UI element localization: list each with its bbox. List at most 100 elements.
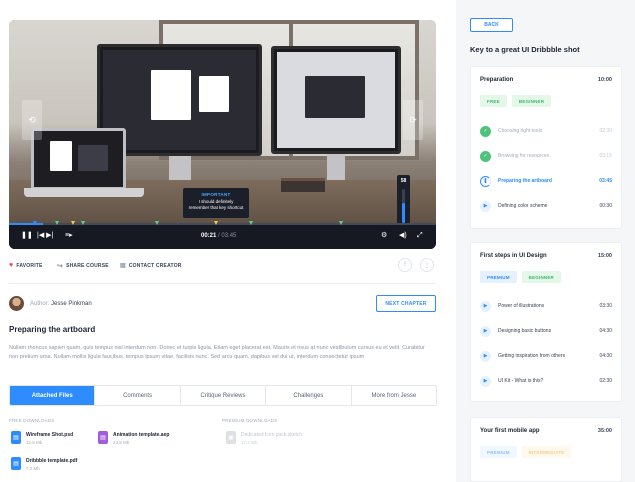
lesson-item-current[interactable]: ❚ Preparing the artboard 03:45 <box>480 175 612 187</box>
chapter-marker[interactable] <box>33 221 37 225</box>
document-icon: ▤ <box>98 431 108 444</box>
fullscreen-icon[interactable]: ⤢ <box>417 232 423 240</box>
lock-icon: ▣ <box>226 431 236 444</box>
lesson-item[interactable]: ✓ Choosing right tools 02:30 <box>480 125 612 137</box>
progress-fill <box>9 223 44 225</box>
content-tabs: Attached Files Comments Critique Reviews… <box>9 385 437 406</box>
lesson-item[interactable]: ▶ Getting inspiration from others 04:30 <box>480 350 612 362</box>
file-name: Animation template.aep <box>113 432 170 438</box>
contact-button[interactable]: ▤ CONTACT CREATOR <box>120 262 182 270</box>
back-button[interactable]: BACK <box>470 18 513 32</box>
tab-challenges[interactable]: Challenges <box>266 386 352 405</box>
check-icon: ✓ <box>480 125 491 137</box>
lesson-item[interactable]: ▶ Designing basic buttons 04:30 <box>480 325 612 337</box>
author-prefix: Author: <box>30 300 50 307</box>
premium-badge: PREMIUM <box>480 271 517 283</box>
video-annotation: IMPORTANT I should definitely remember t… <box>183 188 249 218</box>
divider <box>9 283 436 284</box>
lesson-item[interactable]: ▶ Defining color scheme 00:30 <box>480 200 612 212</box>
chapter-marker[interactable] <box>81 221 85 225</box>
lesson-item[interactable]: ▶ Power of illustrations 03:30 <box>480 300 612 312</box>
share-button[interactable]: ↪ SHARE COURSE <box>57 262 109 270</box>
volume-fill <box>402 203 405 223</box>
chapter-marker[interactable] <box>249 221 253 225</box>
video-laptop <box>31 128 126 190</box>
premium-badge: PREMIUM <box>480 446 517 458</box>
file-item[interactable]: ▤ Wireframe Shot.psd 12.5 Mb <box>11 431 73 445</box>
forward-button[interactable]: ⟳ <box>403 100 423 140</box>
chapter-card: First steps in UI Design 15:00 PREMIUM B… <box>470 242 622 402</box>
file-item-locked[interactable]: ▣ Dedicated Icon pack.sketch 17.4 Mb <box>226 431 302 445</box>
chapter-marker[interactable] <box>71 221 75 225</box>
chapter-marker[interactable] <box>155 221 159 225</box>
lesson-duration: 04:30 <box>599 353 612 359</box>
lesson-duration: 04:30 <box>599 328 612 334</box>
info-button[interactable]: ! <box>398 258 412 272</box>
lesson-name: Choosing right tools <box>498 128 543 134</box>
chapter-marker[interactable] <box>214 221 218 225</box>
message-icon: ▤ <box>120 263 126 269</box>
current-time: 00:21 <box>201 233 217 239</box>
free-downloads-heading: FREE DOWNLOADS <box>9 418 55 423</box>
premium-downloads-heading: PREMIUM DOWNLOADS <box>222 418 278 423</box>
lesson-duration: 03:15 <box>599 153 612 159</box>
main-content: ⟲ ⟳ IMPORTANT I should definitely rememb… <box>0 0 445 482</box>
check-icon: ✓ <box>480 150 491 162</box>
more-button[interactable]: ⋮ <box>420 258 434 272</box>
tab-attached-files[interactable]: Attached Files <box>10 386 96 405</box>
video-actions: ♥ FAVORITE ↪ SHARE COURSE ▤ CONTACT CREA… <box>9 258 436 272</box>
favorite-button[interactable]: ♥ FAVORITE <box>9 262 43 269</box>
play-icon: ▶ <box>480 350 491 362</box>
volume-icon[interactable]: ◀) <box>399 232 407 240</box>
tab-comments[interactable]: Comments <box>95 386 181 405</box>
volume-popup[interactable]: 58 <box>397 175 410 229</box>
volume-slider[interactable] <box>402 189 405 223</box>
info-icon: ! <box>404 262 406 268</box>
tab-critique-reviews[interactable]: Critique Reviews <box>181 386 267 405</box>
lesson-duration: 03:30 <box>599 303 612 309</box>
video-monitor <box>271 46 401 154</box>
settings-icon[interactable]: ⚙ <box>381 232 387 240</box>
chapter-marker[interactable] <box>55 221 59 225</box>
file-size: 23.5 Mb <box>113 440 130 445</box>
video-player[interactable]: ⟲ ⟳ IMPORTANT I should definitely rememb… <box>9 20 436 249</box>
lesson-name: Preparing the artboard <box>498 178 552 184</box>
progress-bar[interactable] <box>9 221 436 225</box>
chapter-marker[interactable] <box>339 221 343 225</box>
author-name[interactable]: Jesse Pinkman <box>51 301 92 307</box>
time-display: 00:21 / 03:45 <box>201 233 236 239</box>
file-item[interactable]: ▤ Animation template.aep 23.5 Mb <box>98 431 169 445</box>
favorite-label: FAVORITE <box>16 262 43 269</box>
chapter-title: Preparation <box>480 77 514 83</box>
lesson-item[interactable]: ✓ Browsing for resources 03:15 <box>480 150 612 162</box>
playlist-icon[interactable]: ≡▸ <box>65 232 73 240</box>
annotation-label: IMPORTANT <box>201 192 231 197</box>
tab-more-from-jesse[interactable]: More from Jesse <box>352 386 436 405</box>
skip-icon[interactable]: |◀ ▶| <box>37 232 53 240</box>
file-item[interactable]: ▤ Dribbble template.pdf 7.2 Mb <box>11 457 77 471</box>
play-icon: ▶ <box>480 325 491 337</box>
chapter-card: Your first mobile app 35:00 PREMIUM INTE… <box>470 417 622 482</box>
forward-icon: ⟳ <box>409 114 417 125</box>
author-info: Author: Jesse Pinkman <box>9 296 92 311</box>
avatar[interactable] <box>9 296 24 311</box>
rewind-button[interactable]: ⟲ <box>22 100 42 140</box>
file-name: Wireframe Shot.psd <box>26 432 74 438</box>
document-icon: ▤ <box>11 457 21 470</box>
lesson-duration: 02:30 <box>599 378 612 384</box>
document-icon: ▤ <box>11 431 21 444</box>
level-badge: INTERMEDIATE <box>521 446 572 458</box>
lesson-item[interactable]: ▶ UI Kit - What is this? 02:30 <box>480 375 612 387</box>
lesson-name: Power of illustrations <box>498 303 545 309</box>
file-name: Dribbble template.pdf <box>26 458 78 464</box>
level-badge: BEGINNER <box>511 95 552 107</box>
progress-ring-icon: ❚ <box>480 175 491 187</box>
next-chapter-button[interactable]: NEXT CHAPTER <box>376 295 436 312</box>
lesson-name: Defining color scheme <box>498 203 548 209</box>
play-icon: ▶ <box>480 200 491 212</box>
file-size: 17.4 Mb <box>241 440 258 445</box>
file-size: 7.2 Mb <box>26 466 40 471</box>
pause-icon[interactable]: ❚❚ <box>21 232 33 240</box>
share-label: SHARE COURSE <box>66 263 109 269</box>
level-badge: BEGINNER <box>521 271 562 283</box>
